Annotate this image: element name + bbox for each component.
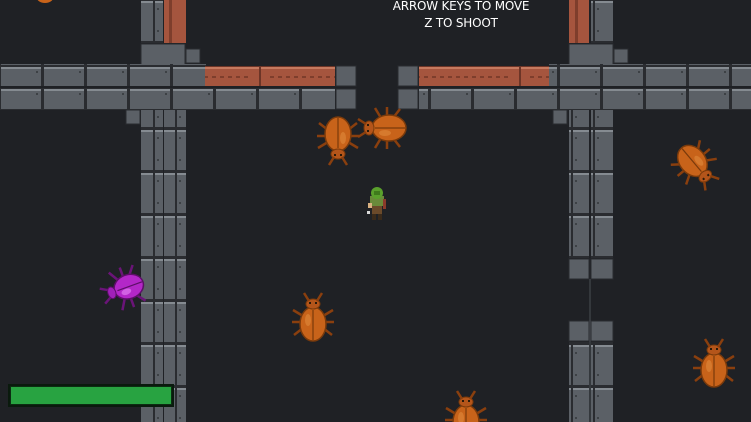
game-stage[interactable]: { "instructions": { "line1": "ARROW KEYS… xyxy=(0,0,751,422)
instructions-text: ARROW KEYS TO MOVE Z TO SHOOT xyxy=(371,0,551,32)
health-bar xyxy=(8,384,174,407)
health-bar-fill xyxy=(11,387,171,404)
orange-beetle xyxy=(356,105,408,151)
orange-beetle xyxy=(443,389,489,422)
instruction-move: ARROW KEYS TO MOVE xyxy=(392,0,530,13)
magenta-beetle xyxy=(94,260,152,318)
instruction-shoot: Z TO SHOOT xyxy=(424,16,498,30)
orange-beetle xyxy=(664,133,730,200)
orange-beetle xyxy=(315,115,361,167)
orange-beetle xyxy=(691,337,737,389)
sprite-layer xyxy=(94,105,737,422)
player-character xyxy=(367,187,386,220)
orange-beetle xyxy=(290,291,336,343)
